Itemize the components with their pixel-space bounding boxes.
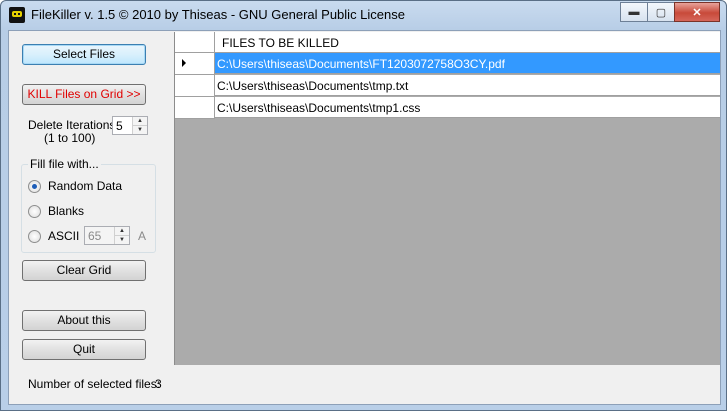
fill-file-group-title: Fill file with... — [28, 157, 101, 171]
row-header[interactable] — [175, 75, 215, 97]
row-header[interactable] — [175, 97, 215, 119]
down-arrow-icon[interactable]: ▼ — [133, 125, 147, 134]
ascii-char-preview: A — [138, 229, 147, 243]
up-arrow-icon[interactable]: ▲ — [133, 117, 147, 125]
row-header[interactable] — [175, 53, 215, 75]
delete-iterations-label: Delete Iterations — [28, 118, 116, 132]
clear-grid-button[interactable]: Clear Grid — [22, 260, 146, 281]
selected-files-label: Number of selected files: — [28, 377, 161, 391]
radio-blanks[interactable]: Blanks — [28, 204, 84, 218]
radio-unchecked-icon[interactable] — [28, 204, 41, 218]
delete-iterations-value: 5 — [116, 119, 123, 133]
stepper-arrows: ▲ ▼ — [132, 117, 147, 134]
table-row[interactable]: C:\Users\thiseas\Documents\tmp.txt — [215, 75, 720, 96]
kill-files-button[interactable]: KILL Files on Grid >> — [22, 84, 146, 105]
table-row[interactable]: C:\Users\thiseas\Documents\tmp1.css — [215, 97, 720, 118]
radio-random-data[interactable]: Random Data — [28, 179, 122, 193]
radio-unchecked-icon[interactable] — [28, 229, 41, 243]
current-row-arrow-icon — [182, 59, 186, 67]
radio-ascii-label: ASCII — [48, 229, 80, 243]
column-header-files[interactable]: FILES TO BE KILLED — [215, 32, 720, 53]
title-bar[interactable]: FileKiller v. 1.5 © 2010 by Thiseas - GN… — [1, 1, 726, 29]
table-row[interactable]: C:\Users\thiseas\Documents\FT1203072758O… — [215, 53, 720, 74]
app-batman-icon[interactable] — [9, 7, 25, 23]
radio-random-label: Random Data — [48, 179, 123, 193]
caption-buttons: ▬ ▢ ✕ — [620, 2, 720, 22]
close-button[interactable]: ✕ — [674, 2, 720, 22]
quit-button[interactable]: Quit — [22, 339, 146, 360]
delete-iterations-stepper[interactable]: 5 ▲ ▼ — [112, 116, 148, 135]
stepper-arrows: ▲ ▼ — [114, 227, 129, 244]
maximize-button[interactable]: ▢ — [647, 2, 675, 22]
files-grid[interactable]: FILES TO BE KILLED C:\Users\thiseas\Docu… — [174, 32, 720, 365]
file-path-cell: C:\Users\thiseas\Documents\FT1203072758O… — [217, 57, 505, 71]
down-arrow-icon[interactable]: ▼ — [115, 235, 129, 244]
file-path-cell: C:\Users\thiseas\Documents\tmp.txt — [217, 79, 409, 93]
radio-ascii[interactable]: ASCII — [28, 229, 79, 243]
radio-blanks-label: Blanks — [48, 204, 85, 218]
file-path-cell: C:\Users\thiseas\Documents\tmp1.css — [217, 101, 421, 115]
selected-files-count: 3 — [155, 377, 162, 391]
select-files-button[interactable]: Select Files — [22, 44, 146, 65]
column-header-label: FILES TO BE KILLED — [222, 36, 339, 50]
ascii-stepper[interactable]: 65 ▲ ▼ — [84, 226, 130, 245]
app-window: FileKiller v. 1.5 © 2010 by Thiseas - GN… — [0, 0, 727, 411]
window-title: FileKiller v. 1.5 © 2010 by Thiseas - GN… — [31, 7, 405, 22]
delete-iterations-range: (1 to 100) — [44, 131, 96, 145]
about-button[interactable]: About this — [22, 310, 146, 331]
minimize-button[interactable]: ▬ — [620, 2, 648, 22]
grid-corner-header[interactable] — [175, 32, 215, 53]
ascii-value: 65 — [88, 229, 102, 243]
radio-checked-icon[interactable] — [28, 179, 41, 193]
fill-file-group: Fill file with... Random Data Blanks ASC… — [21, 157, 156, 253]
up-arrow-icon[interactable]: ▲ — [115, 227, 129, 235]
client-area: Select Files KILL Files on Grid >> Delet… — [8, 30, 721, 405]
